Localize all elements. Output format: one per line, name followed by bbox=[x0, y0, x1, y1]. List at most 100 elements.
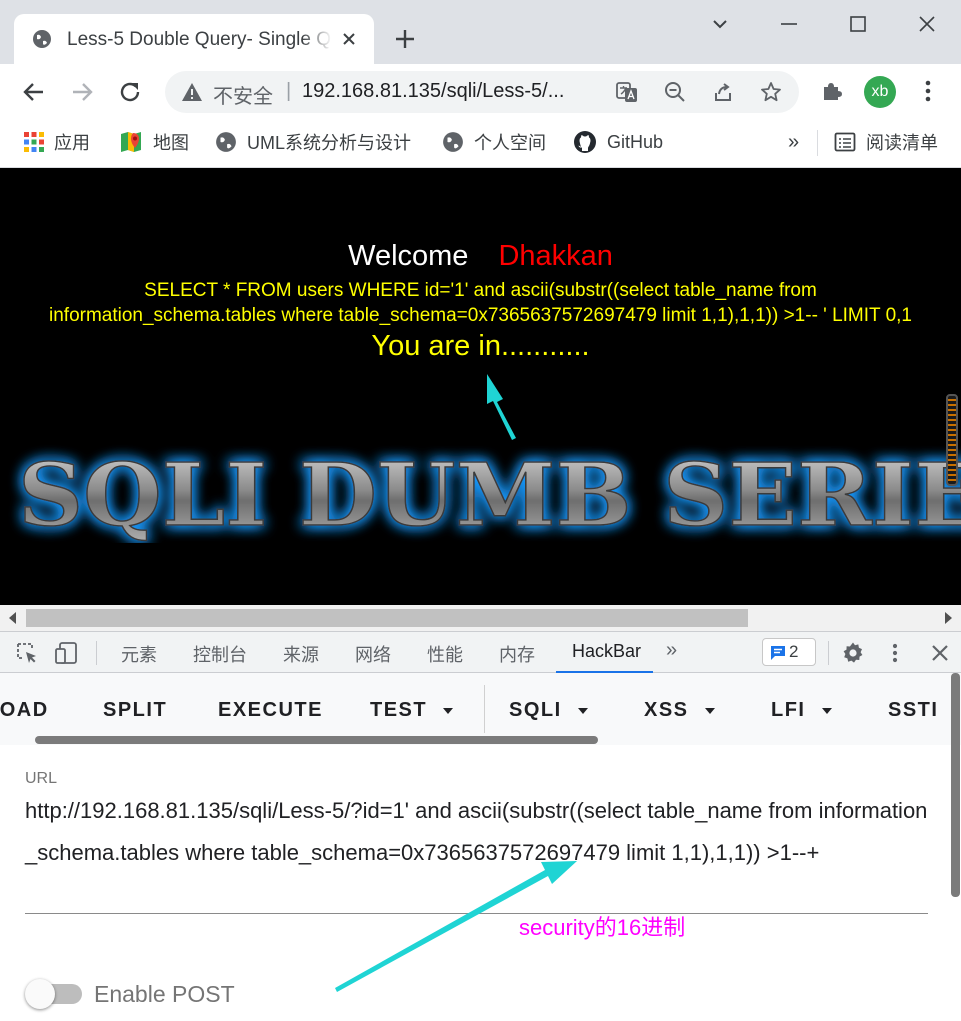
reading-list-icon bbox=[834, 132, 856, 152]
bookmark-personal-space[interactable]: 个人空间 bbox=[442, 130, 546, 154]
url-field-underline bbox=[25, 913, 928, 914]
sql-query-text: SELECT * FROM users WHERE id='1' and asc… bbox=[10, 278, 951, 328]
banner-text: SQLI DUMB SERIES bbox=[18, 445, 961, 543]
tab-hackbar[interactable]: HackBar bbox=[572, 641, 641, 662]
close-tab-icon[interactable] bbox=[338, 28, 360, 50]
translate-icon[interactable] bbox=[616, 81, 638, 103]
close-window-icon[interactable] bbox=[915, 12, 939, 36]
device-toolbar-icon[interactable] bbox=[54, 641, 78, 665]
apps-grid-icon bbox=[24, 132, 44, 152]
welcome-line: Welcome Dhakkan bbox=[0, 240, 961, 273]
lfi-label: LFI bbox=[771, 699, 806, 721]
tab-sources[interactable]: 来源 bbox=[283, 641, 319, 667]
xss-dropdown-button[interactable]: XSS bbox=[644, 699, 715, 722]
username-text: Dhakkan bbox=[498, 240, 613, 272]
bookmark-label: 地图 bbox=[153, 133, 189, 153]
reload-icon[interactable] bbox=[117, 79, 143, 105]
address-separator: | bbox=[286, 80, 292, 102]
tab-console[interactable]: 控制台 bbox=[193, 641, 247, 667]
sqli-dropdown-button[interactable]: SQLI bbox=[509, 699, 588, 722]
load-button[interactable]: LOAD bbox=[0, 699, 49, 722]
issues-count: 2 bbox=[789, 642, 799, 661]
horizontal-scroll-thumb[interactable] bbox=[26, 609, 748, 627]
page-horizontal-scrollbar[interactable] bbox=[0, 605, 961, 631]
dropdown-caret-icon bbox=[577, 707, 588, 714]
profile-avatar[interactable]: xb bbox=[864, 76, 896, 108]
globe-icon bbox=[443, 132, 463, 152]
browser-tab[interactable]: Less-5 Double Query- Single Quotes- Stri… bbox=[14, 14, 374, 64]
back-arrow-icon[interactable] bbox=[21, 79, 47, 105]
tab-elements[interactable]: 元素 bbox=[121, 641, 157, 667]
dropdown-caret-icon bbox=[704, 707, 715, 714]
devtools-divider bbox=[96, 641, 97, 665]
hackbar-horizontal-scrollbar[interactable] bbox=[35, 736, 598, 744]
tab-strip: Less-5 Double Query- Single Quotes- Stri… bbox=[0, 0, 961, 64]
panel-vertical-scrollbar[interactable] bbox=[951, 673, 960, 897]
tab-search-chevron-icon[interactable] bbox=[708, 12, 732, 36]
dropdown-caret-icon bbox=[821, 707, 832, 714]
bookmark-apps[interactable]: 应用 bbox=[24, 130, 90, 154]
bookmark-maps[interactable]: 地图 bbox=[119, 130, 189, 154]
scroll-right-arrow-icon[interactable] bbox=[945, 612, 952, 624]
issues-badge[interactable]: 2 bbox=[762, 638, 816, 666]
close-devtools-icon[interactable] bbox=[928, 641, 952, 665]
extensions-puzzle-icon[interactable] bbox=[819, 78, 845, 104]
tab-memory[interactable]: 内存 bbox=[499, 641, 535, 667]
maps-icon bbox=[121, 132, 141, 152]
bookmark-uml[interactable]: UML系统分析与设计 bbox=[215, 130, 411, 154]
browser-menu-kebab-icon[interactable] bbox=[915, 78, 941, 104]
devtools-divider bbox=[828, 641, 829, 665]
lfi-dropdown-button[interactable]: LFI bbox=[771, 699, 832, 722]
sqli-dumb-series-banner: SQLI DUMB SERIES bbox=[17, 444, 961, 543]
github-icon bbox=[574, 131, 596, 153]
tab-network[interactable]: 网络 bbox=[355, 641, 391, 667]
enable-post-label: Enable POST bbox=[94, 981, 235, 1007]
inspect-element-icon[interactable] bbox=[15, 641, 39, 665]
sqli-label: SQLI bbox=[509, 699, 562, 721]
minimize-icon[interactable] bbox=[777, 12, 801, 36]
globe-icon bbox=[216, 132, 236, 152]
url-textarea[interactable]: http://192.168.81.135/sqli/Less-5/?id=1'… bbox=[25, 790, 930, 874]
welcome-text: Welcome bbox=[348, 240, 469, 272]
xss-label: XSS bbox=[644, 699, 689, 721]
devtools-menu-kebab-icon[interactable] bbox=[883, 641, 907, 665]
bookmark-label: 应用 bbox=[54, 133, 90, 153]
reading-list-label: 阅读清单 bbox=[866, 133, 938, 153]
page-vertical-scrollbar[interactable] bbox=[946, 394, 958, 486]
bookmark-github[interactable]: GitHub bbox=[573, 130, 663, 154]
bookmark-star-icon[interactable] bbox=[760, 81, 782, 103]
scroll-left-arrow-icon[interactable] bbox=[9, 612, 16, 624]
bookmarks-divider bbox=[817, 130, 818, 156]
forward-arrow-icon[interactable] bbox=[69, 79, 95, 105]
address-url[interactable]: 192.168.81.135/sqli/Less-5/... bbox=[302, 80, 602, 103]
test-dropdown-button[interactable]: TEST bbox=[370, 699, 454, 722]
hex-annotation-note: security的16进制 bbox=[519, 915, 686, 940]
dropdown-caret-icon bbox=[443, 707, 454, 714]
zoom-out-icon[interactable] bbox=[664, 81, 686, 103]
ssti-button[interactable]: SSTI bbox=[888, 699, 938, 722]
sql-query-line-2: information_schema.tables where table_sc… bbox=[49, 305, 912, 326]
execute-button[interactable]: EXECUTE bbox=[218, 699, 323, 722]
reading-list-button[interactable]: 阅读清单 bbox=[834, 130, 938, 154]
globe-icon bbox=[33, 30, 51, 48]
bookmarks-overflow-button[interactable]: » bbox=[788, 130, 799, 154]
enable-post-toggle-knob[interactable] bbox=[25, 979, 55, 1009]
test-label: TEST bbox=[370, 699, 428, 721]
bookmark-label: UML系统分析与设计 bbox=[247, 133, 412, 153]
warning-triangle-icon[interactable] bbox=[181, 82, 203, 102]
bookmarks-bar: 应用 地图 UML系统分析与设计 个人空间 GitHub » 阅读清单 bbox=[0, 120, 961, 168]
share-icon[interactable] bbox=[712, 81, 734, 103]
browser-toolbar: 不安全 | 192.168.81.135/sqli/Less-5/... bbox=[0, 64, 961, 120]
maximize-icon[interactable] bbox=[846, 12, 870, 36]
address-bar[interactable]: 不安全 | 192.168.81.135/sqli/Less-5/... bbox=[165, 71, 799, 113]
split-button[interactable]: SPLIT bbox=[103, 699, 167, 722]
new-tab-plus-icon[interactable] bbox=[392, 26, 418, 52]
settings-gear-icon[interactable] bbox=[841, 641, 865, 665]
tab-performance[interactable]: 性能 bbox=[427, 641, 463, 667]
security-status-label[interactable]: 不安全 bbox=[213, 80, 273, 109]
hackbar-divider bbox=[484, 685, 485, 733]
bookmark-label: 个人空间 bbox=[474, 133, 546, 153]
tab-title: Less-5 Double Query- Single Quotes- Stri… bbox=[67, 29, 332, 51]
more-tabs-button[interactable]: » bbox=[666, 639, 677, 662]
page-viewport: Welcome Dhakkan SELECT * FROM users WHERE… bbox=[0, 168, 961, 605]
